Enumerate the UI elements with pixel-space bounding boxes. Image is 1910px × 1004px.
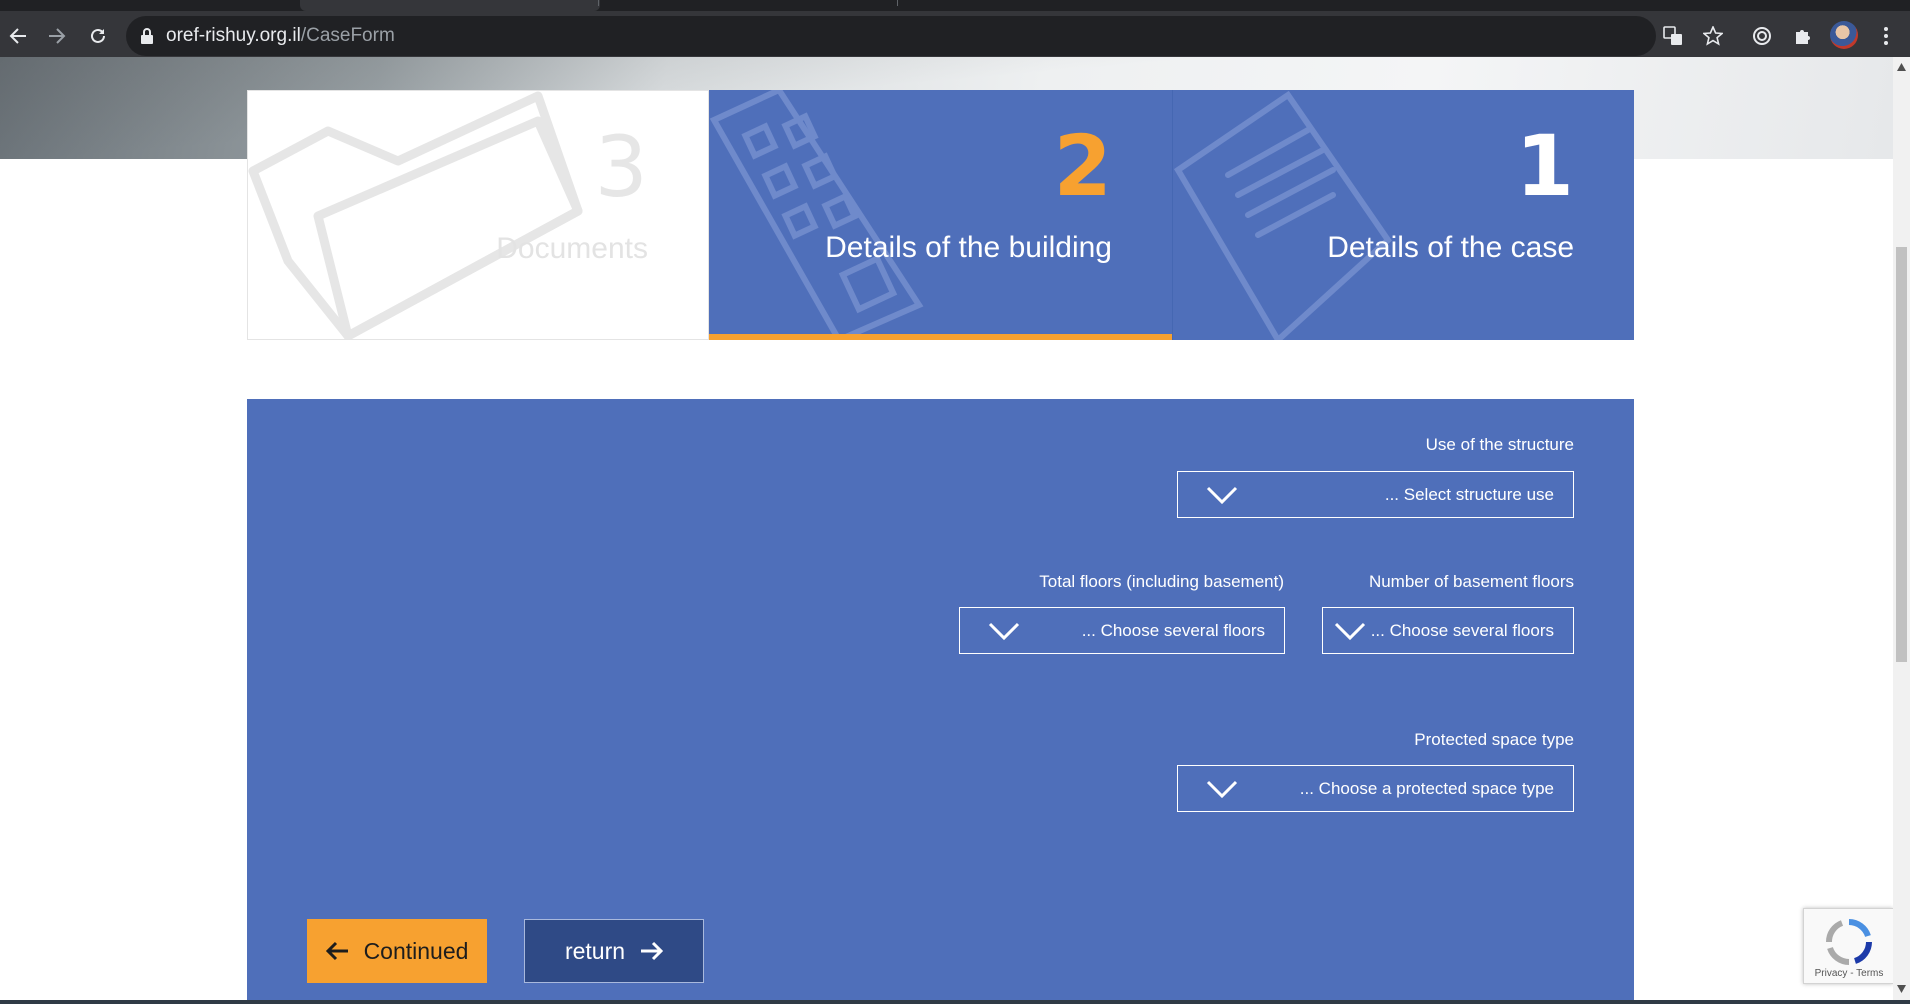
- page-scrollbar[interactable]: [1893, 57, 1910, 1000]
- star-icon: [1703, 26, 1723, 46]
- structure-use-select[interactable]: ... Select structure use: [1177, 471, 1574, 518]
- tab-separator: [897, 0, 898, 6]
- step-number: 1: [1515, 117, 1574, 215]
- chevron-down-icon: [1334, 622, 1366, 641]
- chevron-down-icon: [1206, 486, 1238, 505]
- protected-space-label: Protected space type: [1414, 730, 1574, 749]
- arrow-left-icon: [9, 28, 26, 44]
- basement-floors-label: Number of basement floors: [1368, 572, 1574, 591]
- step-number: 3: [594, 118, 648, 216]
- arrow-left-icon: [325, 941, 348, 961]
- step-indicator: 3 Documents 2 Details of the building 1 …: [247, 90, 1634, 340]
- puzzle-icon: [1796, 30, 1810, 44]
- step-label: Details of the case: [1327, 231, 1574, 264]
- bookmark-star-button[interactable]: [1697, 20, 1729, 52]
- basement-floors-select[interactable]: ... Choose several floors: [1322, 607, 1574, 654]
- extension-button[interactable]: [1746, 20, 1778, 52]
- recaptcha-icon: [1825, 919, 1872, 965]
- profile-avatar[interactable]: [1830, 21, 1858, 49]
- arrow-right-icon: [49, 28, 66, 44]
- page-viewport: 3 Documents 2 Details of the building 1 …: [0, 57, 1893, 1000]
- step-label: Documents: [496, 232, 648, 265]
- target-icon: [1753, 27, 1771, 45]
- step-label: Details of the building: [825, 231, 1112, 264]
- chevron-down-icon: [988, 622, 1020, 641]
- tab-separator: [598, 0, 599, 6]
- address-bar[interactable]: oref-rishuy.org.il/CaseForm: [126, 16, 1656, 56]
- chevron-down-icon: [1206, 780, 1238, 799]
- scroll-down-icon[interactable]: [1897, 985, 1906, 993]
- select-value: ... Select structure use: [1384, 484, 1554, 504]
- url-host: oref-rishuy.org.il: [166, 25, 301, 46]
- continue-button[interactable]: Continued: [307, 919, 487, 983]
- translate-button[interactable]: [1657, 20, 1689, 52]
- structure-use-label: Use of the structure: [1425, 435, 1574, 454]
- total-floors-label: Total floors (including basement): [1039, 572, 1284, 591]
- arrow-right-icon: [641, 941, 664, 961]
- browser-menu-button[interactable]: [1870, 20, 1902, 52]
- scroll-thumb[interactable]: [1896, 247, 1907, 662]
- step-number: 2: [1053, 117, 1112, 215]
- reload-button[interactable]: [82, 20, 114, 52]
- recaptcha-links[interactable]: Privacy - Terms: [1804, 968, 1894, 979]
- recaptcha-badge[interactable]: Privacy - Terms: [1803, 908, 1893, 984]
- browser-toolbar: oref-rishuy.org.il/CaseForm: [0, 0, 1910, 57]
- reload-icon: [91, 28, 105, 43]
- protected-space-select[interactable]: ... Choose a protected space type: [1177, 765, 1574, 812]
- translate-icon: [1663, 26, 1682, 45]
- extensions-menu-button[interactable]: [1787, 20, 1819, 52]
- select-value: ... Choose a protected space type: [1299, 778, 1554, 798]
- active-step-indicator: [709, 334, 1172, 340]
- select-value: ... Choose several floors: [1370, 620, 1554, 640]
- more-vertical-icon: [1884, 27, 1888, 45]
- tab-strip: [0, 0, 1910, 11]
- select-value: ... Choose several floors: [1081, 620, 1265, 640]
- building-details-form: Use of the structure ... Select structur…: [247, 399, 1634, 1000]
- lock-icon: [141, 28, 153, 44]
- url-path: /CaseForm: [300, 25, 395, 46]
- step-building: 2 Details of the building: [709, 90, 1172, 340]
- return-label: return: [564, 937, 626, 964]
- taskbar-edge: [0, 1000, 1910, 1004]
- forward-button[interactable]: [41, 20, 73, 52]
- scroll-up-icon[interactable]: [1897, 63, 1906, 71]
- step-case[interactable]: 1 Details of the case: [1172, 90, 1634, 340]
- browser-tab-active[interactable]: [300, 0, 600, 11]
- back-button[interactable]: [2, 20, 34, 52]
- continue-label: Continued: [363, 937, 469, 964]
- total-floors-select[interactable]: ... Choose several floors: [959, 607, 1285, 654]
- return-button[interactable]: return: [524, 919, 704, 983]
- step-documents: 3 Documents: [247, 90, 709, 340]
